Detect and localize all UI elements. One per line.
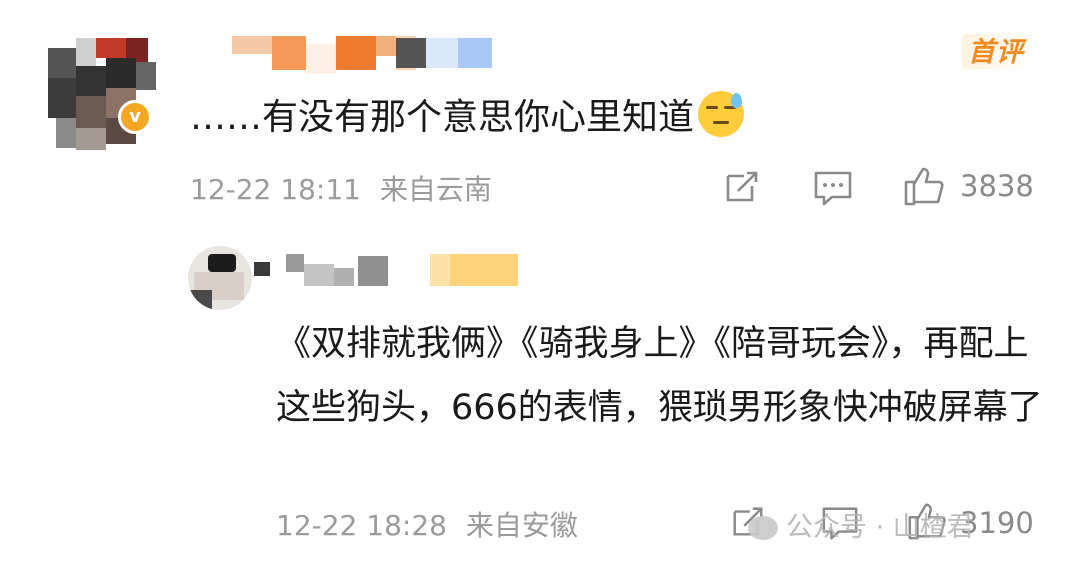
- wechat-icon: [748, 516, 778, 540]
- watermark: 公众号 · 山楂君: [748, 505, 974, 544]
- share-icon[interactable]: [723, 168, 761, 206]
- comment-icon[interactable]: [812, 168, 854, 208]
- watermark-text: 公众号 · 山楂君: [786, 512, 974, 543]
- comment-meta: 12-22 18:11 来自云南: [190, 168, 492, 208]
- reply-location: 来自安徽: [465, 509, 578, 542]
- username[interactable]: [254, 254, 524, 288]
- comment-date: 12-22 18:11: [190, 173, 361, 206]
- downcast-sweat-emoji-icon: [698, 91, 745, 137]
- avatar[interactable]: [188, 246, 252, 310]
- like-icon[interactable]: [902, 164, 946, 208]
- verified-badge-icon: v: [118, 100, 152, 134]
- comment-text: ……有没有那个意思你心里知道: [190, 88, 745, 140]
- comment-text-content: ……有没有那个意思你心里知道: [190, 97, 695, 138]
- username[interactable]: [232, 36, 512, 74]
- avatar[interactable]: [38, 38, 158, 158]
- reply-text: 《双排就我俩》《骑我身上》《陪哥玩会》，再配上这些狗头，666的表情，猥琐男形象…: [276, 324, 1043, 428]
- reply-meta: 12-22 18:28 来自安徽: [276, 504, 578, 544]
- first-comment-badge: 首评: [962, 30, 1034, 69]
- like-count: 3838: [960, 169, 1034, 203]
- reply-date: 12-22 18:28: [276, 509, 447, 542]
- comment-location: 来自云南: [379, 173, 492, 206]
